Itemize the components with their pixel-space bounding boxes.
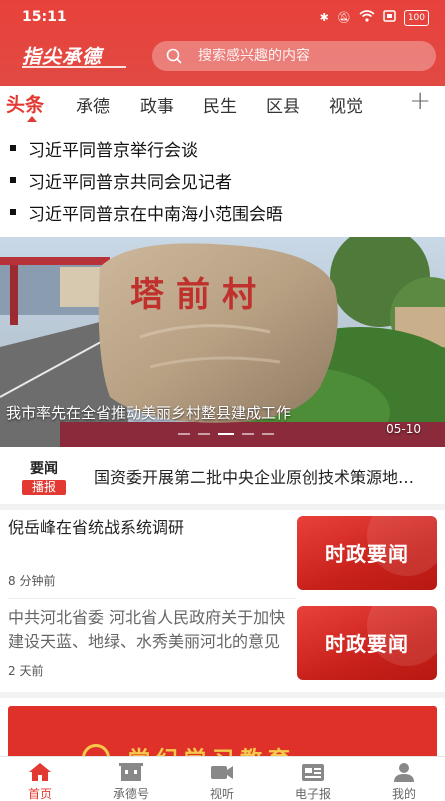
news-time: 8 分钟前: [8, 574, 56, 588]
news-thumbnail: 时政要闻: [297, 516, 437, 590]
search-bar[interactable]: [152, 41, 436, 71]
bullet-icon: [10, 209, 16, 215]
ticker-badge: 要闻 播报: [22, 458, 66, 495]
nav-label: 视听: [209, 787, 234, 801]
screen-icon: [383, 10, 396, 26]
tab-minsheng[interactable]: 民生: [203, 92, 237, 117]
headline-text: 习近平同普京举行会谈: [28, 140, 198, 161]
headline-text: 习近平同普京共同会见记者: [28, 172, 232, 193]
nav-mine[interactable]: 我的: [364, 761, 444, 801]
banner-date: 05-10: [386, 422, 421, 436]
news-ticker[interactable]: 要闻 播报 国资委开展第二批中央企业原创技术策源地建设: [0, 448, 445, 504]
nav-shiting[interactable]: 视听: [182, 761, 262, 801]
headline-item[interactable]: 习近平同普京共同会见记者: [10, 165, 232, 195]
news-card[interactable]: 倪岳峰在省统战系统调研 8 分钟前 时政要闻: [0, 510, 445, 600]
news-time: 2 天前: [8, 664, 44, 678]
status-icons: ✱ 🔕︎ 100: [320, 10, 429, 26]
tab-chengde[interactable]: 承德: [76, 92, 110, 117]
headline-item[interactable]: 习近平同普京举行会谈: [10, 133, 198, 163]
carousel-dot-active[interactable]: [218, 433, 234, 435]
ticker-text[interactable]: 国资委开展第二批中央企业原创技术策源地建设: [94, 464, 424, 488]
nav-label: 我的: [391, 787, 416, 801]
home-icon: [29, 763, 51, 781]
thumbnail-label: 时政要闻: [325, 632, 409, 656]
news-card[interactable]: 中共河北省委 河北省人民政府关于加快建设天蓝、地绿、水秀美丽河北的意见 2 天前…: [0, 600, 445, 690]
channel-tabs: 头条 承德 政事 民生 区县 视觉 +: [0, 86, 445, 126]
bluetooth-icon: ✱: [319, 11, 329, 24]
tab-zhengshi[interactable]: 政事: [140, 92, 174, 117]
carousel-dot[interactable]: [198, 433, 210, 435]
news-thumbnail: 时政要闻: [297, 606, 437, 680]
active-tab-indicator: [27, 116, 37, 122]
wifi-icon: [359, 10, 375, 26]
video-camera-icon: [211, 766, 233, 779]
brand-logo[interactable]: 指尖承德: [22, 42, 102, 69]
status-bar: 15:11 ✱ 🔕︎ 100: [0, 0, 445, 36]
search-input[interactable]: [198, 48, 418, 64]
news-title: 中共河北省委 河北省人民政府关于加快建设天蓝、地绿、水秀美丽河北的意见: [8, 608, 286, 651]
building-icon: [119, 763, 143, 781]
search-icon: [166, 48, 182, 64]
app-header: 15:11 ✱ 🔕︎ 100 指尖承德: [0, 0, 445, 86]
user-icon: [394, 763, 414, 782]
carousel-indicator: [178, 433, 274, 435]
carousel-dot[interactable]: [262, 433, 274, 435]
bullet-icon: [10, 145, 16, 151]
banner-caption[interactable]: 我市率先在全省推动美丽乡村整县建成工作: [6, 402, 436, 423]
nav-home[interactable]: 首页: [0, 761, 80, 801]
newspaper-icon: [302, 764, 324, 781]
add-channel-icon[interactable]: +: [409, 86, 431, 116]
ticker-badge-bottom: 播报: [22, 480, 66, 495]
headline-item[interactable]: 习近平同普京在中南海小范围会晤: [10, 197, 283, 227]
headline-text: 习近平同普京在中南海小范围会晤: [28, 204, 283, 225]
brand-underline: [22, 66, 126, 68]
section-divider: [0, 692, 445, 698]
tab-quxian[interactable]: 区县: [266, 92, 300, 117]
carousel-dot[interactable]: [242, 433, 254, 435]
bottom-navigation: 首页 承德号 视听 电子报 我的: [0, 756, 445, 801]
promo-banner[interactable]: 党纪学习教育: [8, 706, 437, 760]
thumbnail-label: 时政要闻: [325, 542, 409, 566]
ticker-badge-top: 要闻: [30, 461, 58, 477]
list-divider: [8, 598, 296, 599]
mute-icon: 🔕︎: [336, 11, 351, 24]
nav-label: 承德号: [112, 787, 149, 801]
news-title: 倪岳峰在省统战系统调研: [8, 518, 185, 537]
nav-chengdehao[interactable]: 承德号: [91, 761, 171, 801]
nav-label: 首页: [27, 787, 52, 801]
bullet-icon: [10, 177, 16, 183]
tab-shijue[interactable]: 视觉: [329, 92, 363, 117]
status-time: 15:11: [22, 9, 67, 25]
banner-stone-text: 塔前村: [130, 275, 268, 315]
carousel-dot[interactable]: [178, 433, 190, 435]
battery-icon: 100: [403, 10, 429, 26]
nav-dianzibao[interactable]: 电子报: [273, 761, 353, 801]
tab-toutiao[interactable]: 头条: [6, 90, 44, 117]
nav-label: 电子报: [294, 787, 331, 801]
